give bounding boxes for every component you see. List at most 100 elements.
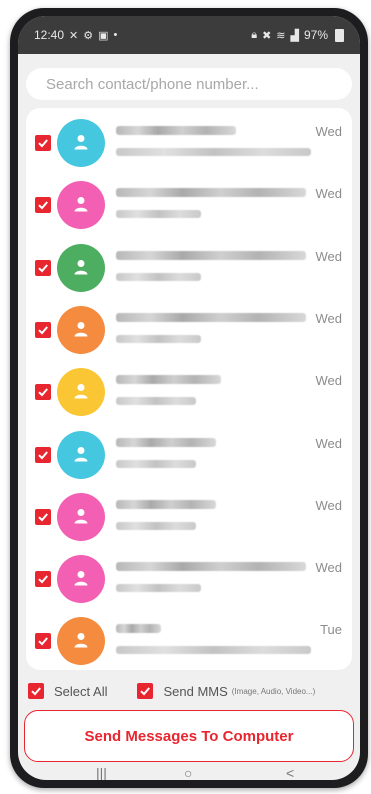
- search-bar[interactable]: [26, 68, 352, 100]
- battery-icon: [335, 28, 344, 42]
- send-mms-option[interactable]: Send MMS (Image, Audio, Video...): [137, 683, 315, 699]
- person-icon: [74, 321, 88, 337]
- check-icon: [38, 201, 48, 210]
- person-icon: [74, 508, 88, 524]
- screen: 12:40 ✕ ⚙ ▣ • 🔒︎ ✖ ≋ ▟ 97% WedWedWedWedW…: [18, 16, 360, 780]
- contact-row[interactable]: Wed: [26, 486, 352, 548]
- message-preview-redacted: [116, 272, 201, 281]
- contact-list[interactable]: Wed Wed Wed Wed Wed Wed Wed Wed Tue: [26, 108, 352, 670]
- check-icon: [31, 687, 41, 696]
- check-icon: [38, 637, 48, 646]
- home-icon[interactable]: ○: [184, 766, 192, 780]
- contact-checkbox[interactable]: [35, 446, 51, 463]
- back-icon[interactable]: <: [286, 766, 294, 780]
- select-all-checkbox[interactable]: [28, 683, 44, 699]
- message-preview-redacted: [116, 646, 311, 655]
- dot-icon: •: [113, 29, 118, 41]
- message-date: Wed: [315, 124, 343, 139]
- select-all-option[interactable]: Select All: [28, 683, 107, 699]
- phone-frame: 12:40 ✕ ⚙ ▣ • 🔒︎ ✖ ≋ ▟ 97% WedWedWedWedW…: [10, 8, 368, 788]
- check-icon: [38, 139, 48, 148]
- contact-row[interactable]: Wed: [26, 237, 352, 299]
- contact-name-redacted: [116, 624, 161, 634]
- send-mms-label: Send MMS: [163, 683, 228, 699]
- contact-checkbox[interactable]: [35, 508, 51, 525]
- person-icon: [74, 446, 88, 461]
- options-bar: Select All Send MMS (Image, Audio, Video…: [28, 680, 350, 702]
- message-preview-redacted: [116, 210, 201, 219]
- contact-name-redacted: [116, 250, 306, 260]
- contact-row[interactable]: Wed: [26, 174, 352, 236]
- message-date: Wed: [315, 435, 343, 451]
- person-icon: [74, 135, 88, 150]
- check-icon: [38, 263, 48, 273]
- lock-icon: 🔒︎: [251, 28, 258, 41]
- contact-row[interactable]: Tue: [26, 610, 352, 670]
- message-date: Wed: [315, 186, 343, 202]
- message-preview-redacted: [116, 397, 196, 406]
- image-icon: ▣: [98, 29, 109, 42]
- contact-checkbox[interactable]: [35, 197, 51, 214]
- status-bar: 12:40 ✕ ⚙ ▣ • 🔒︎ ✖ ≋ ▟ 97%: [18, 16, 360, 54]
- contact-name-redacted: [116, 188, 306, 198]
- send-mms-checkbox[interactable]: [137, 683, 154, 699]
- person-icon: [74, 384, 88, 399]
- signal-icon: ▟: [290, 29, 299, 42]
- avatar: [57, 492, 105, 541]
- contact-name-redacted: [116, 437, 216, 447]
- settings-icon: ⚙: [83, 29, 94, 42]
- avatar: [57, 181, 105, 230]
- contact-name-redacted: [116, 375, 221, 385]
- check-icon: [38, 388, 48, 397]
- status-left: 12:40 ✕ ⚙ ▣ •: [34, 28, 117, 42]
- contact-checkbox[interactable]: [35, 321, 51, 338]
- message-preview-redacted: [116, 521, 196, 530]
- contact-name-redacted: [116, 562, 306, 572]
- message-date: Wed: [315, 373, 343, 389]
- wifi-icon: ≋: [276, 29, 286, 42]
- navigation-bar: ||| ○ <: [18, 766, 360, 780]
- avatar: [57, 119, 105, 167]
- x-icon: ✕: [69, 29, 79, 42]
- contact-checkbox[interactable]: [35, 384, 51, 401]
- select-all-label: Select All: [54, 683, 108, 699]
- contact-checkbox[interactable]: [35, 571, 51, 588]
- recent-apps-icon[interactable]: |||: [96, 766, 107, 780]
- contact-row[interactable]: Wed: [26, 548, 352, 610]
- message-date: Tue: [320, 622, 342, 638]
- message-date: Wed: [315, 310, 343, 326]
- message-preview-redacted: [116, 584, 201, 593]
- avatar: [57, 243, 105, 292]
- status-time: 12:40: [34, 28, 65, 42]
- check-icon: [38, 575, 48, 584]
- send-mms-note: (Image, Audio, Video...): [231, 686, 316, 696]
- check-icon: [38, 326, 48, 335]
- contact-checkbox[interactable]: [35, 633, 51, 650]
- contact-checkbox[interactable]: [35, 259, 51, 276]
- battery-percent: 97%: [303, 28, 328, 42]
- message-preview-redacted: [116, 148, 311, 156]
- contact-name-redacted: [116, 126, 236, 135]
- avatar: [57, 305, 105, 354]
- avatar: [57, 430, 105, 479]
- check-icon: [140, 687, 151, 696]
- avatar: [57, 617, 105, 666]
- person-icon: [74, 197, 88, 212]
- search-input[interactable]: [46, 75, 332, 93]
- message-date: Wed: [315, 560, 343, 576]
- contact-row[interactable]: Wed: [26, 424, 352, 486]
- send-messages-button[interactable]: Send Messages To Computer: [24, 710, 354, 762]
- check-icon: [38, 450, 48, 459]
- mute-icon: ✖: [262, 29, 272, 42]
- avatar: [57, 368, 105, 417]
- person-icon: [74, 633, 88, 648]
- contact-checkbox[interactable]: [35, 135, 51, 151]
- contact-row[interactable]: Wed: [26, 299, 352, 361]
- avatar: [57, 555, 105, 604]
- message-date: Wed: [315, 248, 343, 264]
- status-right: 🔒︎ ✖ ≋ ▟ 97%: [251, 28, 344, 42]
- contact-row[interactable]: Wed: [26, 112, 352, 174]
- contact-name-redacted: [116, 499, 216, 509]
- contact-row[interactable]: Wed: [26, 361, 352, 423]
- message-preview-redacted: [116, 334, 201, 343]
